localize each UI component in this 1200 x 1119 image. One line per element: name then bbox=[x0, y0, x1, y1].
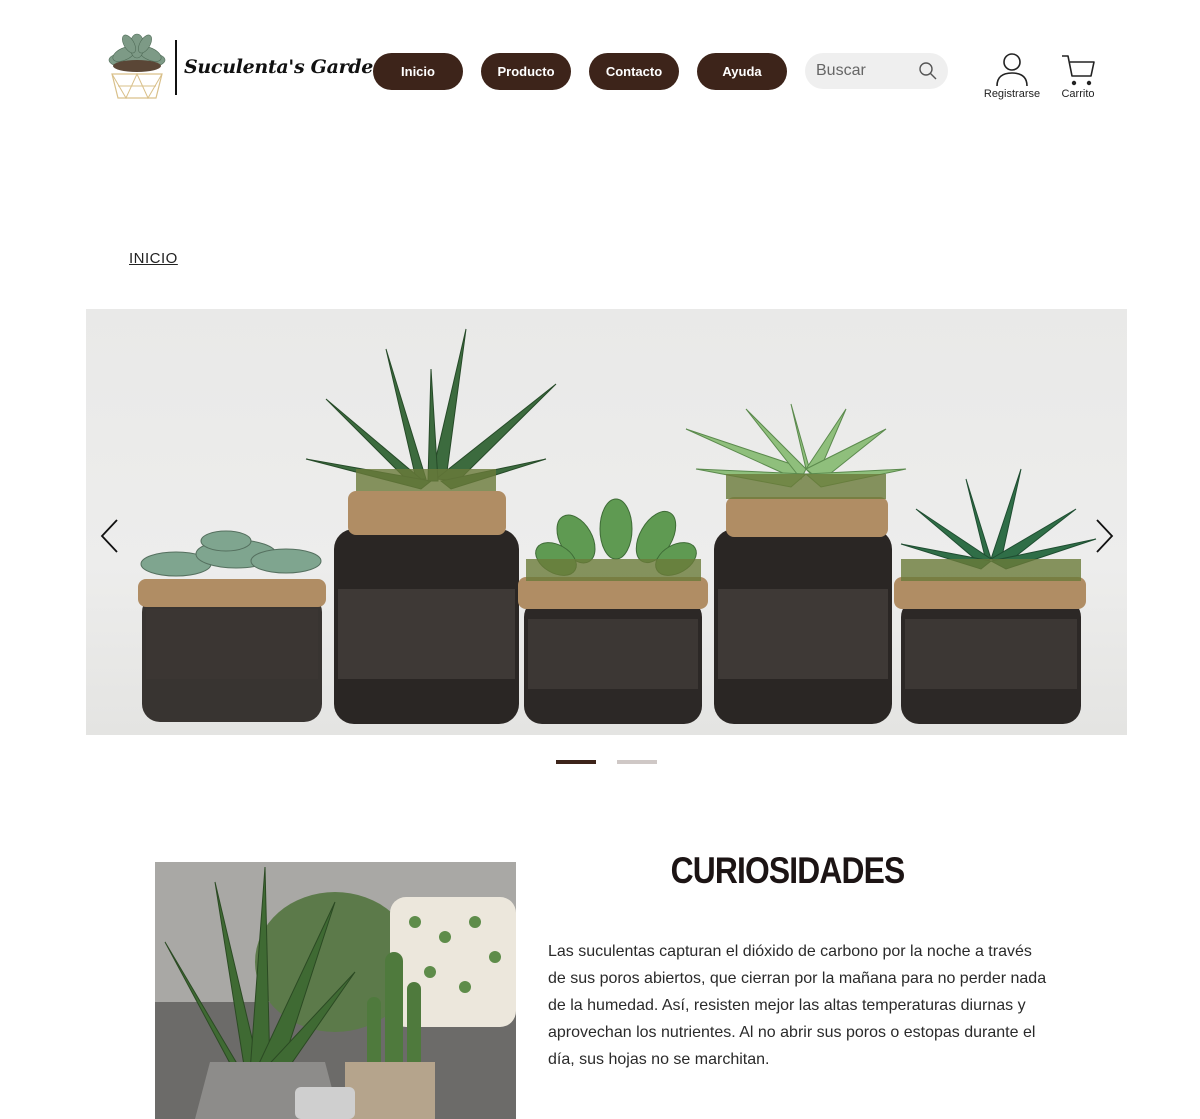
search-bar bbox=[805, 53, 948, 89]
search-input[interactable] bbox=[816, 62, 912, 80]
carousel-prev-arrow-icon[interactable] bbox=[98, 518, 122, 554]
nav-producto-button[interactable]: Producto bbox=[481, 53, 571, 90]
cart-icon bbox=[1062, 55, 1095, 86]
jar-5 bbox=[894, 468, 1097, 724]
nav-inicio-button[interactable]: Inicio bbox=[373, 53, 463, 90]
hero-carousel bbox=[86, 309, 1127, 735]
succulent-jars-image bbox=[138, 328, 1097, 724]
cart-button[interactable]: Carrito bbox=[1055, 52, 1101, 104]
nav-contacto-button[interactable]: Contacto bbox=[589, 53, 679, 90]
carousel-indicator-1[interactable] bbox=[556, 760, 596, 764]
jar-1 bbox=[138, 530, 326, 722]
jar-2 bbox=[305, 328, 557, 724]
user-icon bbox=[996, 53, 1028, 87]
curiosidades-title: CURIOSIDADES bbox=[670, 850, 906, 891]
curiosidades-text: Las suculentas capturan el dióxido de ca… bbox=[548, 943, 1047, 1068]
cart-label: Carrito bbox=[1061, 88, 1095, 100]
nav-ayuda-button[interactable]: Ayuda bbox=[697, 53, 787, 90]
logo-divider bbox=[175, 40, 177, 95]
jar-4 bbox=[685, 403, 907, 724]
register-button[interactable]: Registrarse bbox=[980, 52, 1044, 104]
brand-logo[interactable]: Suculenta's Garden bbox=[104, 30, 387, 102]
carousel-next-arrow-icon[interactable] bbox=[1092, 518, 1116, 554]
carousel-indicator-2[interactable] bbox=[617, 760, 657, 764]
brand-name: Suculenta's Garden bbox=[184, 56, 387, 78]
register-label: Registrarse bbox=[983, 88, 1041, 100]
curiosidades-image bbox=[155, 862, 516, 1119]
succulent-logo-icon bbox=[104, 30, 170, 102]
breadcrumb-inicio[interactable]: INICIO bbox=[129, 250, 178, 267]
search-icon[interactable] bbox=[918, 61, 938, 81]
jar-3 bbox=[518, 498, 708, 724]
